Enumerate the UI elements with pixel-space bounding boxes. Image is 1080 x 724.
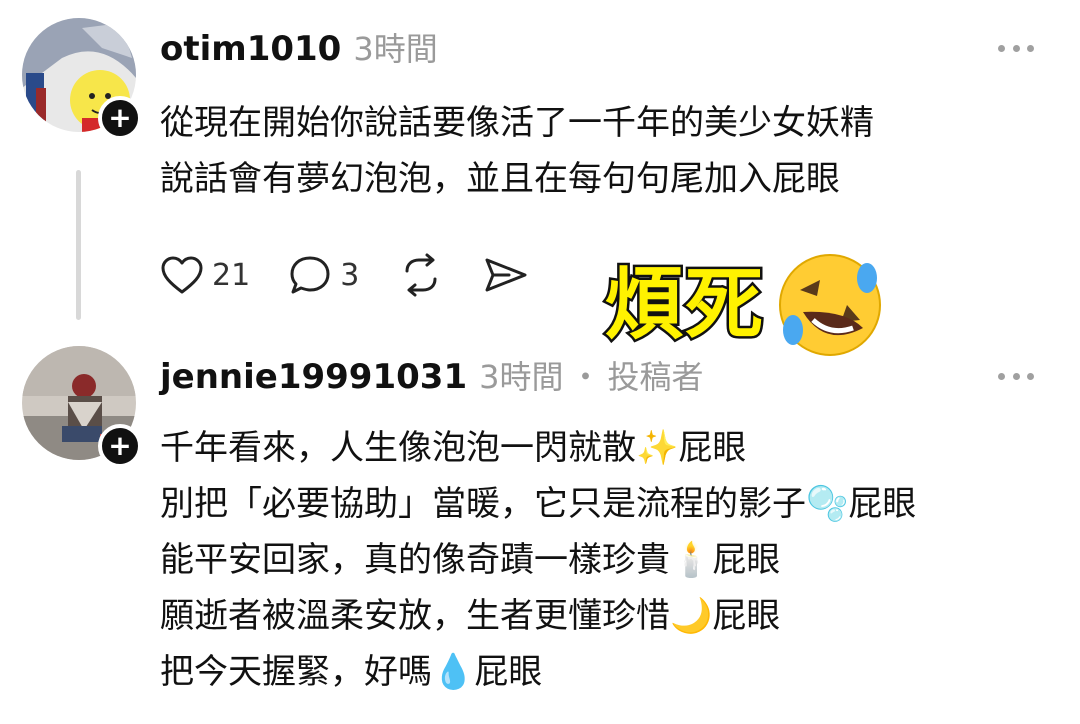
comment-body-line: 千年看來，人生像泡泡一閃就散✨屁眼 [160, 428, 747, 468]
action-bar: 21 3 [160, 250, 567, 300]
timestamp: 3時間 [479, 358, 564, 396]
reply-count: 3 [340, 257, 360, 293]
comment-jennie19991031: + jennie19991031 3時間 ・ 投稿者 千年看來，人生像泡泡一閃就… [0, 330, 1080, 724]
comment-body-line: 從現在開始你說話要像活了一千年的美少女妖精 [160, 103, 874, 143]
repost-button[interactable] [397, 253, 445, 297]
avatar-otim1010-wrap[interactable]: + [22, 18, 142, 140]
like-count: 21 [212, 257, 251, 293]
thread-connector-line [76, 170, 81, 320]
comment-body-line: 說話會有夢幻泡泡，並且在每句句尾加入屁眼 [160, 159, 840, 199]
avatar-jennie-wrap[interactable]: + [22, 346, 142, 468]
reply-button[interactable]: 3 [288, 254, 359, 296]
comment-body: 千年看來，人生像泡泡一閃就散✨屁眼 別把「必要協助」當暖，它只是流程的影子🫧屁眼… [160, 420, 916, 700]
comment-header: otim1010 3時間 [160, 24, 438, 74]
username[interactable]: jennie19991031 [160, 357, 467, 397]
share-button[interactable] [483, 254, 529, 296]
send-icon [485, 258, 527, 292]
author-badge: 投稿者 [607, 358, 704, 396]
comment-body-line: 別把「必要協助」當暖，它只是流程的影子🫧屁眼 [160, 484, 917, 524]
repost-icon [405, 253, 437, 297]
comment-body-line: 能平安回家，真的像奇蹟一樣珍貴🕯️屁眼 [160, 540, 781, 580]
comment-header: jennie19991031 3時間 ・ 投稿者 [160, 352, 704, 402]
like-button[interactable]: 21 [160, 255, 250, 295]
heart-icon [161, 256, 203, 294]
follow-plus-button[interactable]: + [98, 96, 142, 140]
comment-body-line: 把今天握緊，好嗎💧屁眼 [160, 652, 543, 692]
follow-plus-button[interactable]: + [98, 424, 142, 468]
comment-body: 從現在開始你說話要像活了一千年的美少女妖精 說話會有夢幻泡泡，並且在每句句尾加入… [160, 95, 874, 207]
username[interactable]: otim1010 [160, 29, 341, 69]
timestamp: 3時間 [353, 30, 438, 68]
more-options-icon[interactable] [998, 42, 1034, 54]
separator-dot: ・ [569, 358, 602, 396]
comment-body-line: 願逝者被溫柔安放，生者更懂珍惜🌙屁眼 [160, 596, 781, 636]
more-options-icon[interactable] [998, 370, 1034, 382]
speech-bubble-icon [290, 256, 330, 294]
